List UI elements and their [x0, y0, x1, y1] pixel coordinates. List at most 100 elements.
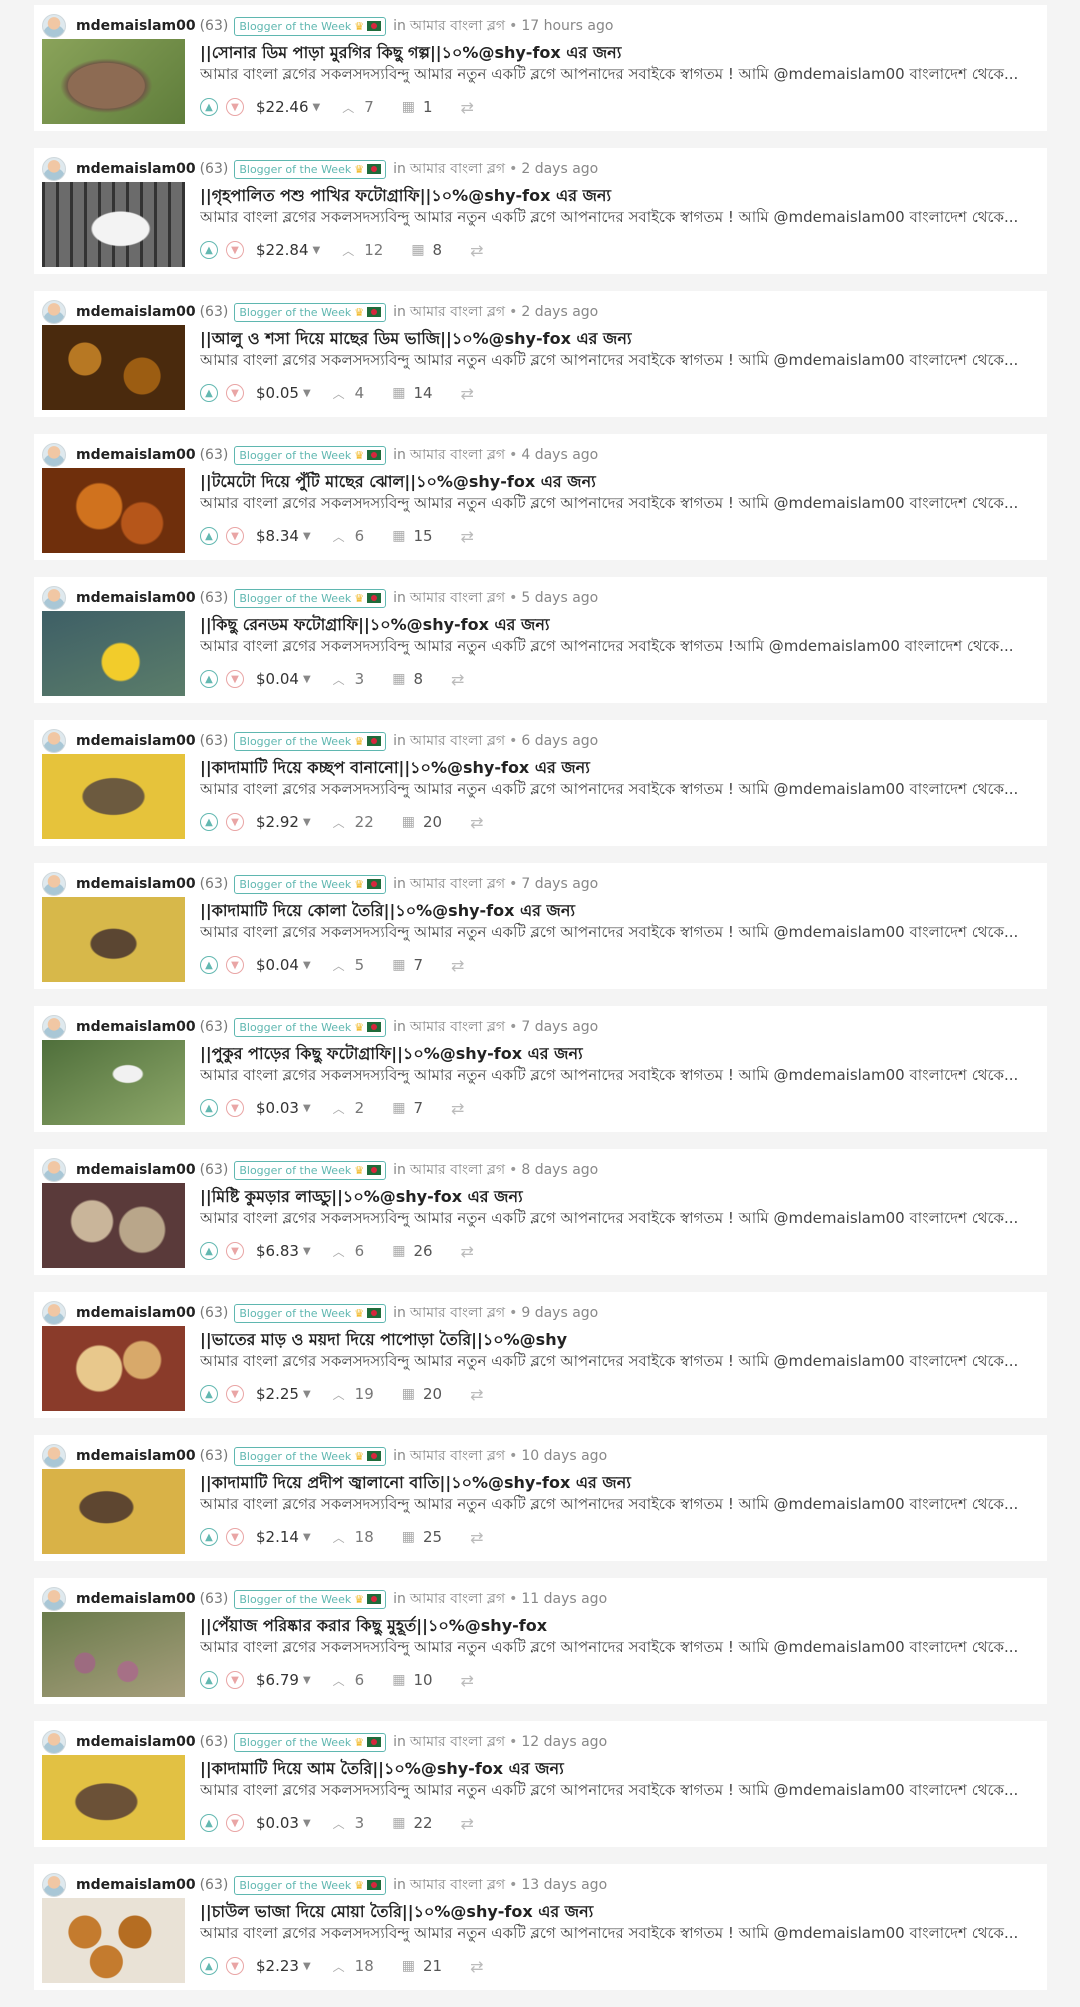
payout-value[interactable]: $2.14	[256, 1528, 299, 1546]
comment-count[interactable]: ▦ 25	[402, 1528, 442, 1546]
comment-count[interactable]: ▦ 8	[392, 670, 423, 688]
chevron-up-icon[interactable]: ▲	[200, 670, 218, 688]
community-link[interactable]: আমার বাংলা ব্লগ	[410, 14, 505, 38]
caret-down-icon[interactable]: ▼	[303, 1532, 311, 1543]
timestamp[interactable]: 4 days ago	[521, 447, 598, 463]
post-thumbnail[interactable]	[42, 611, 185, 696]
post-thumbnail[interactable]	[42, 468, 185, 553]
avatar[interactable]	[42, 443, 66, 467]
comment-count[interactable]: ▦ 10	[392, 1671, 432, 1689]
vote-count[interactable]: ︿ 2	[333, 1099, 365, 1117]
post-summary[interactable]: আমার বাংলা ব্লগের সকলসদস্যবিন্দু আমার নত…	[200, 1922, 1035, 1947]
avatar[interactable]	[42, 872, 66, 896]
chevron-down-icon[interactable]: ▼	[226, 1671, 244, 1689]
post-summary[interactable]: আমার বাংলা ব্লগের সকলসদস্যবিন্দু আমার নত…	[200, 1064, 1035, 1089]
chevron-up-icon[interactable]: ▲	[200, 1957, 218, 1975]
comment-count[interactable]: ▦ 8	[411, 241, 442, 259]
comment-count[interactable]: ▦ 20	[402, 813, 442, 831]
chevron-down-icon[interactable]: ▼	[226, 956, 244, 974]
payout-value[interactable]: $6.79	[256, 1671, 299, 1689]
post-thumbnail[interactable]	[42, 182, 185, 267]
author-link[interactable]: mdemaislam00	[76, 1162, 196, 1178]
vote-count[interactable]: ︿ 6	[333, 1242, 365, 1260]
vote-count[interactable]: ︿ 12	[342, 241, 383, 259]
timestamp[interactable]: 9 days ago	[521, 1305, 598, 1321]
chevron-up-icon[interactable]: ▲	[200, 1671, 218, 1689]
reblog-icon[interactable]: ⇄	[451, 1099, 464, 1118]
reblog-icon[interactable]: ⇄	[470, 1385, 483, 1404]
author-link[interactable]: mdemaislam00	[76, 1448, 196, 1464]
avatar[interactable]	[42, 14, 66, 38]
caret-down-icon[interactable]: ▼	[303, 388, 311, 399]
comment-count[interactable]: ▦ 7	[392, 1099, 423, 1117]
post-card[interactable]: mdemaislam00 (63) Blogger of the Week ♛ …	[34, 1864, 1047, 1990]
post-card[interactable]: mdemaislam00 (63) Blogger of the Week ♛ …	[34, 1006, 1047, 1132]
post-card[interactable]: mdemaislam00 (63) Blogger of the Week ♛ …	[34, 577, 1047, 703]
vote-count[interactable]: ︿ 3	[333, 670, 365, 688]
caret-down-icon[interactable]: ▼	[303, 1818, 311, 1829]
post-thumbnail[interactable]	[42, 1612, 185, 1697]
author-link[interactable]: mdemaislam00	[76, 1877, 196, 1893]
post-thumbnail[interactable]	[42, 1183, 185, 1268]
chevron-up-icon[interactable]: ▲	[200, 241, 218, 259]
chevron-up-icon[interactable]: ▲	[200, 956, 218, 974]
chevron-up-icon[interactable]: ▲	[200, 1385, 218, 1403]
comment-count[interactable]: ▦ 26	[392, 1242, 432, 1260]
chevron-down-icon[interactable]: ▼	[226, 1242, 244, 1260]
community-link[interactable]: আমার বাংলা ব্লগ	[410, 1444, 505, 1468]
post-thumbnail[interactable]	[42, 897, 185, 982]
post-summary[interactable]: আমার বাংলা ব্লগের সকলসদস্যবিন্দু আমার নত…	[200, 1779, 1035, 1804]
caret-down-icon[interactable]: ▼	[313, 245, 321, 256]
timestamp[interactable]: 12 days ago	[521, 1734, 607, 1750]
timestamp[interactable]: 17 hours ago	[521, 18, 613, 34]
chevron-down-icon[interactable]: ▼	[226, 1814, 244, 1832]
chevron-down-icon[interactable]: ▼	[226, 1385, 244, 1403]
payout-value[interactable]: $0.04	[256, 670, 299, 688]
avatar[interactable]	[42, 1730, 66, 1754]
avatar[interactable]	[42, 1873, 66, 1897]
payout-value[interactable]: $0.05	[256, 384, 299, 402]
author-link[interactable]: mdemaislam00	[76, 1734, 196, 1750]
reblog-icon[interactable]: ⇄	[470, 813, 483, 832]
post-summary[interactable]: আমার বাংলা ব্লগের সকলসদস্যবিন্দু আমার নত…	[200, 206, 1035, 231]
chevron-up-icon[interactable]: ▲	[200, 1528, 218, 1546]
comment-count[interactable]: ▦ 22	[392, 1814, 432, 1832]
comment-count[interactable]: ▦ 20	[402, 1385, 442, 1403]
timestamp[interactable]: 2 days ago	[521, 304, 598, 320]
reblog-icon[interactable]: ⇄	[461, 527, 474, 546]
avatar[interactable]	[42, 300, 66, 324]
post-thumbnail[interactable]	[42, 39, 185, 124]
chevron-down-icon[interactable]: ▼	[226, 241, 244, 259]
timestamp[interactable]: 6 days ago	[521, 733, 598, 749]
post-card[interactable]: mdemaislam00 (63) Blogger of the Week ♛ …	[34, 863, 1047, 989]
chevron-down-icon[interactable]: ▼	[226, 1099, 244, 1117]
post-summary[interactable]: আমার বাংলা ব্লগের সকলসদস্যবিন্দু আমার নত…	[200, 921, 1035, 946]
chevron-down-icon[interactable]: ▼	[226, 527, 244, 545]
post-thumbnail[interactable]	[42, 1040, 185, 1125]
comment-count[interactable]: ▦ 1	[402, 98, 433, 116]
post-card[interactable]: mdemaislam00 (63) Blogger of the Week ♛ …	[34, 1292, 1047, 1418]
reblog-icon[interactable]: ⇄	[470, 241, 483, 260]
payout-value[interactable]: $2.23	[256, 1957, 299, 1975]
post-card[interactable]: mdemaislam00 (63) Blogger of the Week ♛ …	[34, 148, 1047, 274]
post-thumbnail[interactable]	[42, 325, 185, 410]
avatar[interactable]	[42, 157, 66, 181]
timestamp[interactable]: 7 days ago	[521, 1019, 598, 1035]
post-thumbnail[interactable]	[42, 1755, 185, 1840]
post-summary[interactable]: আমার বাংলা ব্লগের সকলসদস্যবিন্দু আমার নত…	[200, 1350, 1035, 1375]
post-thumbnail[interactable]	[42, 1469, 185, 1554]
chevron-down-icon[interactable]: ▼	[226, 670, 244, 688]
post-summary[interactable]: আমার বাংলা ব্লগের সকলসদস্যবিন্দু আমার নত…	[200, 1207, 1035, 1232]
author-link[interactable]: mdemaislam00	[76, 161, 196, 177]
avatar[interactable]	[42, 586, 66, 610]
community-link[interactable]: আমার বাংলা ব্লগ	[410, 157, 505, 181]
chevron-up-icon[interactable]: ▲	[200, 813, 218, 831]
community-link[interactable]: আমার বাংলা ব্লগ	[410, 1301, 505, 1325]
reblog-icon[interactable]: ⇄	[461, 1242, 474, 1261]
timestamp[interactable]: 5 days ago	[521, 590, 598, 606]
reblog-icon[interactable]: ⇄	[461, 384, 474, 403]
timestamp[interactable]: 10 days ago	[521, 1448, 607, 1464]
chevron-down-icon[interactable]: ▼	[226, 1957, 244, 1975]
post-summary[interactable]: আমার বাংলা ব্লগের সকলসদস্যবিন্দু আমার নত…	[200, 349, 1035, 374]
reblog-icon[interactable]: ⇄	[461, 98, 474, 117]
